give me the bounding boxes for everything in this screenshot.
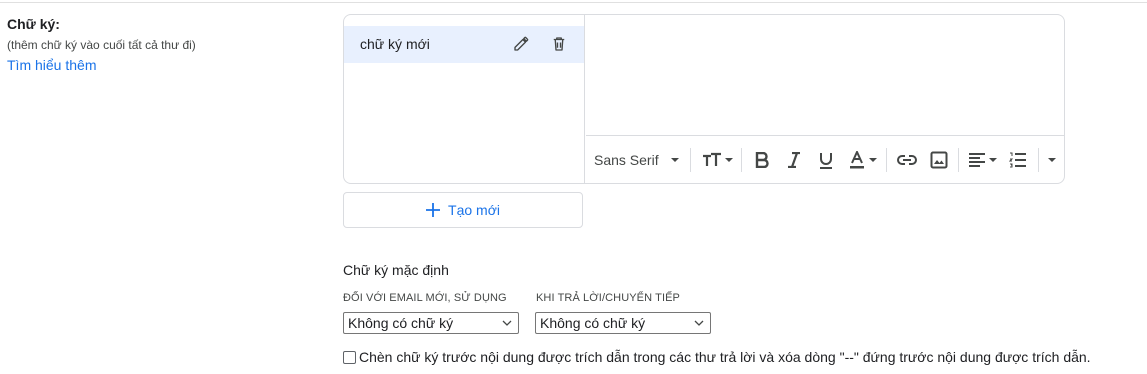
delete-icon[interactable] <box>547 32 571 56</box>
section-description: (thêm chữ ký vào cuối tất cả thư đi) <box>7 38 196 52</box>
new-email-signature-label: ĐỐI VỚI EMAIL MỚI, SỬ DỤNG <box>343 292 507 304</box>
section-divider <box>0 2 1147 3</box>
chevron-down-icon <box>670 158 679 162</box>
toolbar-divider <box>886 148 887 172</box>
toolbar-divider <box>690 148 691 172</box>
text-color-icon[interactable] <box>846 148 880 172</box>
numbered-list-icon[interactable] <box>1005 148 1031 172</box>
toolbar-divider <box>958 148 959 172</box>
plus-icon <box>426 203 441 217</box>
create-new-signature-button[interactable]: Tạo mới <box>343 192 583 228</box>
default-signature-title: Chữ ký mặc định <box>343 262 449 278</box>
chevron-down-icon <box>988 158 997 162</box>
more-options-icon[interactable] <box>1044 148 1060 172</box>
bold-icon[interactable] <box>750 148 774 172</box>
toolbar-divider <box>1038 148 1039 172</box>
signature-name: chữ ký mới <box>360 36 430 52</box>
insert-before-quote-checkbox[interactable] <box>343 350 356 364</box>
font-family-label: Sans Serif <box>594 152 659 168</box>
font-family-select[interactable]: Sans Serif <box>594 148 689 172</box>
signature-section-header: Chữ ký: (thêm chữ ký vào cuối tất cả thư… <box>7 16 327 75</box>
chevron-down-icon <box>694 320 704 326</box>
new-email-signature-value: Không có chữ ký <box>348 315 454 331</box>
learn-more-link[interactable]: Tìm hiểu thêm <box>7 57 96 74</box>
align-icon[interactable] <box>965 148 999 172</box>
reply-signature-value: Không có chữ ký <box>540 315 646 331</box>
section-title: Chữ ký: <box>7 16 60 32</box>
formatting-toolbar: Sans Serif <box>586 135 1064 183</box>
reply-signature-select[interactable]: Không có chữ ký <box>535 312 711 334</box>
chevron-down-icon <box>724 158 733 162</box>
signature-editor-panel: chữ ký mới Sans Serif <box>343 14 1065 184</box>
chevron-down-icon <box>869 158 877 162</box>
signature-list-item[interactable]: chữ ký mới <box>344 26 584 63</box>
font-size-icon[interactable] <box>698 148 736 172</box>
new-email-signature-select[interactable]: Không có chữ ký <box>343 312 519 334</box>
chevron-down-icon <box>1048 158 1056 162</box>
edit-icon[interactable] <box>509 32 533 56</box>
chevron-down-icon <box>502 320 512 326</box>
toolbar-divider <box>741 148 742 172</box>
image-icon[interactable] <box>926 148 952 172</box>
signature-editor[interactable] <box>586 15 1064 135</box>
underline-icon[interactable] <box>814 148 838 172</box>
reply-signature-label: KHI TRẢ LỜI/CHUYỂN TIẾP <box>536 292 680 304</box>
italic-icon[interactable] <box>782 148 806 172</box>
insert-before-quote-label: Chèn chữ ký trước nội dung được trích dẫ… <box>359 349 1091 365</box>
link-icon[interactable] <box>894 148 920 172</box>
signature-list: chữ ký mới <box>344 15 585 183</box>
create-new-label: Tạo mới <box>448 202 500 218</box>
insert-before-quote-row: Chèn chữ ký trước nội dung được trích dẫ… <box>343 349 1091 365</box>
